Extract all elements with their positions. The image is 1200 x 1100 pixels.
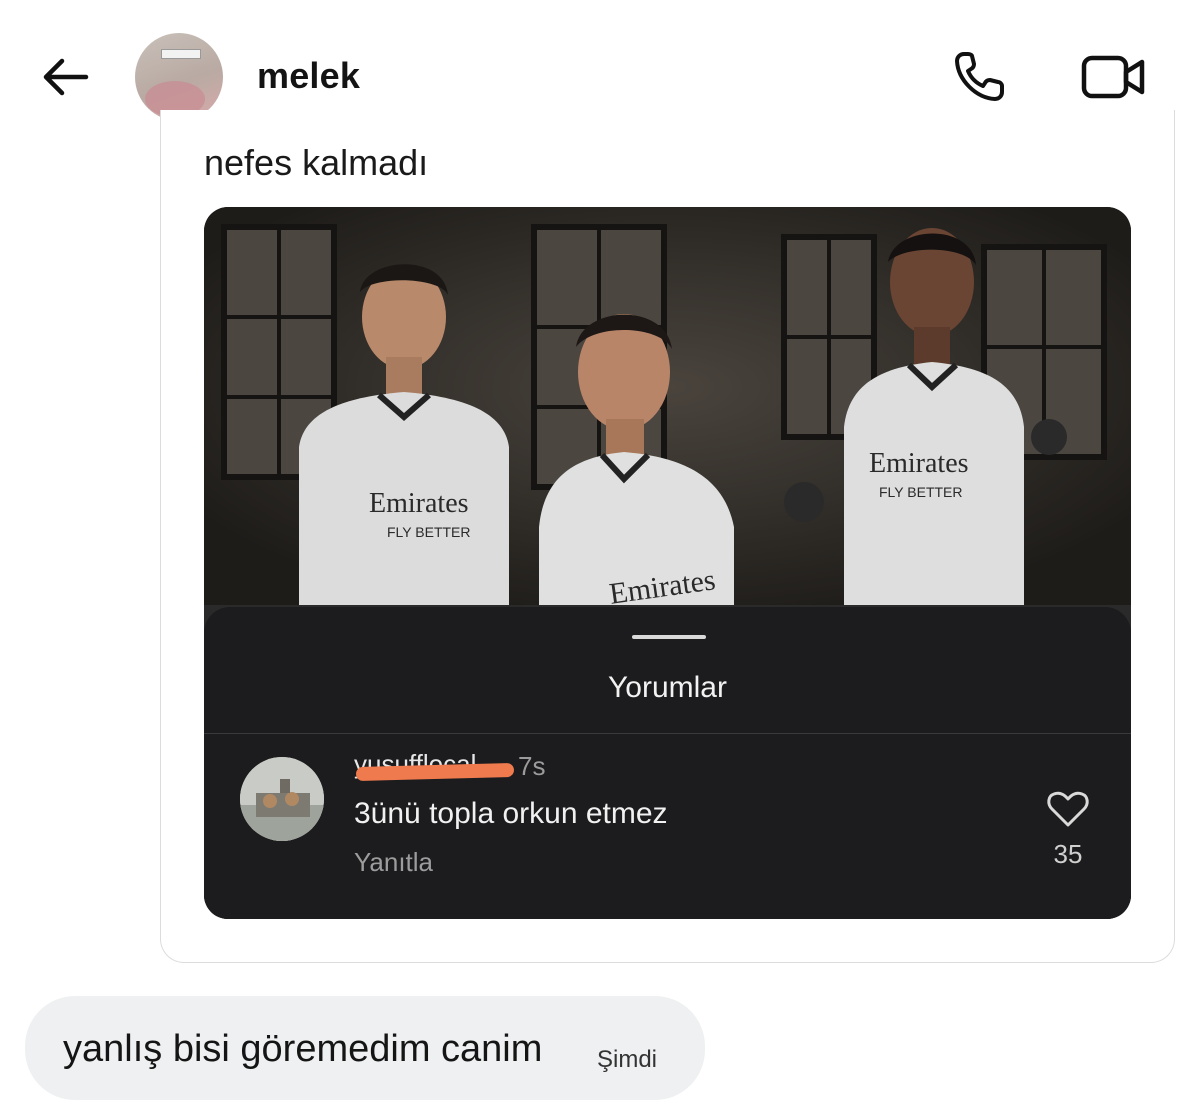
video-call-button[interactable]	[1078, 50, 1148, 104]
arrow-left-icon	[43, 58, 89, 96]
call-button[interactable]	[950, 48, 1012, 106]
reply-button[interactable]: Yanıtla	[354, 847, 433, 878]
heart-icon	[1047, 791, 1089, 827]
commenter-avatar[interactable]	[240, 757, 324, 841]
divider	[204, 733, 1131, 734]
message-time: Şimdi	[597, 1046, 658, 1073]
photo-three-football-players: Emirates FLY BETTER Emirates FLY BETTER …	[204, 207, 1131, 607]
phone-icon	[955, 52, 1004, 101]
comment-like-count: 35	[1053, 839, 1083, 869]
username-redaction-mark	[355, 762, 515, 782]
contact-avatar[interactable]	[135, 33, 223, 121]
message-text: yanlış bisi göremedim canim	[63, 1028, 543, 1070]
shared-post-media[interactable]: Emirates FLY BETTER Emirates FLY BETTER …	[204, 207, 1131, 919]
sheet-grabber[interactable]	[632, 635, 706, 639]
back-button[interactable]	[38, 52, 92, 102]
message-bubble[interactable]: yanlış bisi göremedim canim Şimdi	[25, 996, 705, 1100]
commenter-avatar-image	[240, 757, 324, 841]
svg-text:Emirates: Emirates	[369, 488, 469, 519]
comment-like-button[interactable]	[1046, 789, 1090, 829]
comment-time: 7s	[518, 751, 546, 781]
svg-text:Emirates: Emirates	[869, 448, 969, 479]
comment-username-wrap: yusufflocal	[354, 749, 515, 785]
svg-text:FLY BETTER: FLY BETTER	[387, 524, 471, 540]
svg-text:FLY BETTER: FLY BETTER	[879, 484, 963, 500]
comments-title: Yorumlar	[608, 671, 727, 704]
avatar-note-shape	[161, 49, 201, 59]
video-camera-icon	[1081, 55, 1145, 99]
comments-sheet: Yorumlar yusufflocal 7s 3ünü topla orkun…	[204, 607, 1131, 919]
shared-post-caption: nefes kalmadı	[204, 142, 429, 183]
contact-name[interactable]: melek	[257, 55, 360, 97]
comment-text: 3ünü topla orkun etmez	[354, 797, 668, 830]
